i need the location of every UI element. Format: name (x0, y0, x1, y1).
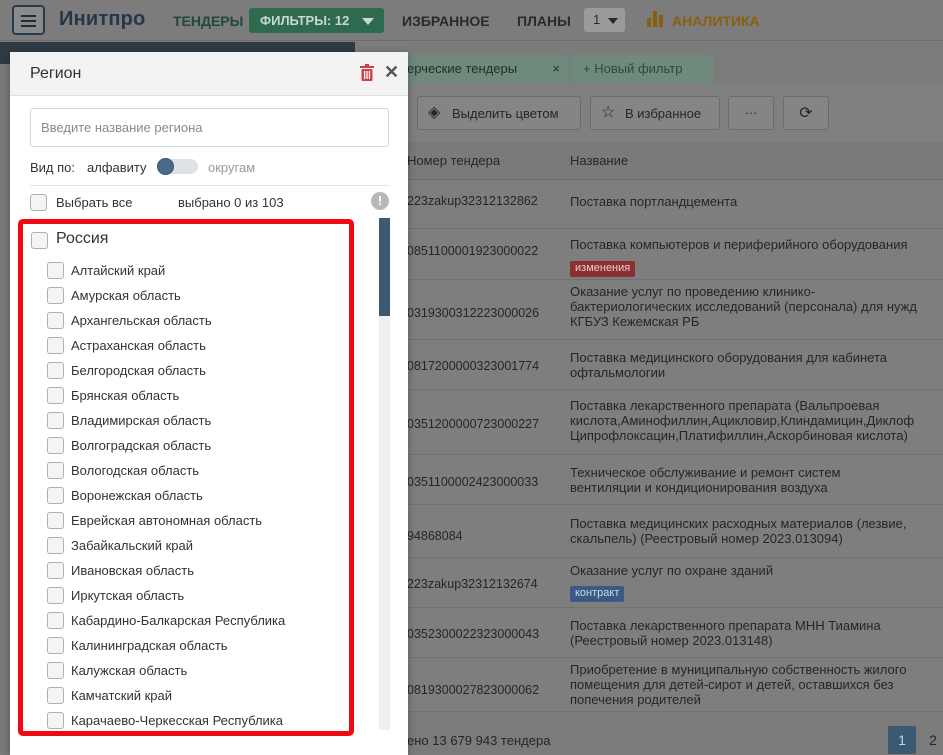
tender-name[interactable]: скальпель) (Реестровый номер 2023.013094… (570, 531, 943, 546)
refresh-button[interactable]: ⟳ (783, 96, 829, 130)
close-icon[interactable]: × (552, 61, 560, 76)
tender-name[interactable]: Поставка медицинских расходных материало… (570, 516, 943, 531)
total-count: ено 13 679 943 тендера (407, 733, 551, 748)
plus-icon: + (583, 61, 595, 76)
table-header: Номер тендера Название (355, 142, 943, 180)
table-row[interactable]: 0819300027823000062 Приобретение в муници… (355, 658, 943, 712)
filters-label: ФИЛЬТРЫ: 12 (260, 13, 350, 28)
tender-number[interactable]: 223zakup32312132674 (407, 577, 538, 591)
more-icon: ··· (744, 105, 758, 120)
toggle-knob (157, 158, 174, 175)
selected-count: выбрано 0 из 103 (178, 195, 284, 210)
add-favorite-button[interactable]: ☆ В избранное (590, 96, 720, 130)
tender-name[interactable]: КГБУЗ Кежемская РБ (570, 314, 943, 329)
tender-name[interactable]: Поставка портландцемента (570, 194, 943, 209)
view-by-label: Вид по: (30, 160, 76, 175)
tender-name[interactable]: Поставка лекарственного препарата (Вальп… (570, 398, 943, 413)
select-all-checkbox[interactable] (30, 194, 47, 211)
table-row[interactable]: 223zakup32312132674 Оказание услуг по охр… (355, 558, 943, 608)
tender-number[interactable]: 0351200000723000227 (407, 417, 539, 431)
tender-name[interactable]: Ципрофлоксацин,Платифиллин,Аскорбиновая … (570, 428, 943, 443)
tender-name[interactable]: бактериологических исследований (персона… (570, 299, 943, 314)
table-row[interactable]: 0851100001923000022 Поставка компьютеров … (355, 230, 943, 280)
close-icon[interactable]: ✕ (384, 62, 399, 82)
highlight-color-button[interactable]: ◈ Выделить цветом (417, 96, 581, 130)
tender-name[interactable]: Поставка медицинского оборудования для к… (570, 350, 943, 365)
tender-number[interactable]: 0817200000323001774 (407, 359, 539, 373)
tender-name[interactable]: вентиляции и кондиционирования воздуха (570, 480, 943, 495)
view-mode-toggle[interactable] (157, 158, 198, 175)
paint-bucket-icon: ◈ (428, 104, 441, 121)
nav-analytics[interactable]: АНАЛИТИКА (672, 13, 760, 29)
tender-number[interactable]: 0352300022323000043 (407, 627, 539, 641)
chevron-down-icon (362, 18, 374, 25)
table-row[interactable]: 0351100002423000033 Техническое обслужива… (355, 455, 943, 505)
tender-number[interactable]: 0819300027823000062 (407, 683, 539, 697)
tender-name[interactable]: Приобретение в муниципальную собственнос… (570, 662, 943, 677)
tender-name[interactable]: попечения родителей (570, 692, 943, 707)
table-row[interactable]: 223zakup32312132862 Поставка портландцеме… (355, 180, 943, 229)
tender-name[interactable]: Оказание услуг по охране зданий (570, 563, 943, 578)
tender-number[interactable]: 0351100002423000033 (407, 475, 538, 489)
page-1-button[interactable]: 1 (888, 726, 916, 754)
modal-header: Регион ✕ (10, 52, 408, 96)
page-2-button[interactable]: 2 (919, 726, 943, 754)
tenders-table: Номер тендера Название 223zakup323121328… (355, 142, 943, 712)
nav-tenders[interactable]: ТЕНДЕРЫ (173, 13, 243, 29)
tender-number[interactable]: 0851100001923000022 (407, 244, 538, 258)
more-button[interactable]: ··· (728, 96, 774, 130)
button-label: В избранное (625, 106, 702, 121)
top-navbar: Инитпро ТЕНДЕРЫ ФИЛЬТРЫ: 12 ИЗБРАННОЕ ПЛ… (0, 0, 943, 41)
col-name-header[interactable]: Название (570, 153, 628, 168)
tab-commercial-tenders[interactable]: ерческие тендеры × (395, 55, 569, 83)
modal-title: Регион (30, 65, 82, 82)
view-district-option[interactable]: округам (208, 160, 255, 175)
tender-name[interactable]: (Реестровый номер 2023.013148) (570, 633, 943, 648)
tender-number[interactable]: 94868084 (407, 529, 463, 543)
tender-name[interactable]: кислота,Аминофиллин,Ацикловир,Клиндамици… (570, 413, 943, 428)
app-logo[interactable]: Инитпро (59, 8, 145, 31)
nav-plans[interactable]: ПЛАНЫ (517, 13, 571, 29)
button-label: Выделить цветом (452, 106, 559, 121)
status-badge: контракт (570, 586, 625, 602)
bar-chart-icon (647, 11, 665, 27)
nav-favorites[interactable]: ИЗБРАННОЕ (402, 13, 490, 29)
table-toolbar: ◈ Выделить цветом ☆ В избранное ··· ⟳ (355, 84, 943, 142)
tab-label: ерческие тендеры (407, 61, 518, 76)
col-number-header[interactable]: Номер тендера (407, 153, 500, 168)
tender-name[interactable]: Техническое обслуживание и ремонт систем (570, 465, 943, 480)
table-row[interactable]: 0319300312223000026 Оказание услуг по про… (355, 280, 943, 340)
menu-icon[interactable] (12, 5, 45, 35)
filters-dropdown[interactable]: ФИЛЬТРЫ: 12 (249, 8, 384, 33)
region-search-input[interactable] (30, 108, 389, 147)
refresh-icon: ⟳ (799, 105, 813, 122)
filter-tabs: ерческие тендеры × + Новый фильтр (355, 42, 943, 84)
tender-number[interactable]: 0319300312223000026 (407, 306, 539, 320)
info-icon[interactable]: ! (371, 192, 389, 210)
table-row[interactable]: 94868084 Поставка медицинских расходных м… (355, 505, 943, 558)
chevron-down-icon (608, 18, 618, 24)
tender-name[interactable]: Поставка лекарственного препарата МНН Ти… (570, 618, 943, 633)
plan-select[interactable]: 1 (584, 8, 625, 32)
star-icon: ☆ (601, 104, 616, 121)
table-row[interactable]: 0351200000723000227 Поставка лекарственно… (355, 390, 943, 455)
table-footer: ено 13 679 943 тендера (355, 712, 943, 755)
select-all-label[interactable]: Выбрать все (56, 195, 132, 210)
tab-new-filter[interactable]: + Новый фильтр (571, 55, 713, 83)
tender-number[interactable]: 223zakup32312132862 (407, 194, 538, 208)
table-row[interactable]: 0817200000323001774 Поставка медицинского… (355, 340, 943, 390)
view-alphabet-option[interactable]: алфавиту (87, 160, 147, 175)
highlight-frame (18, 219, 354, 736)
tender-name[interactable]: Оказание услуг по проведению клинико- (570, 284, 943, 299)
trash-icon[interactable] (360, 64, 374, 81)
tab-label: Новый фильтр (594, 61, 683, 76)
tender-name[interactable]: помещения для детей-сирот и детей, остав… (570, 677, 943, 692)
divider (30, 185, 389, 186)
table-row[interactable]: 0352300022323000043 Поставка лекарственно… (355, 608, 943, 658)
status-badge: изменения (570, 261, 636, 277)
tender-name[interactable]: офтальмологии (570, 365, 943, 380)
tender-name[interactable]: Поставка компьютеров и периферийного обо… (570, 237, 943, 252)
plan-select-value: 1 (593, 12, 601, 27)
scrollbar-thumb[interactable] (379, 218, 390, 316)
